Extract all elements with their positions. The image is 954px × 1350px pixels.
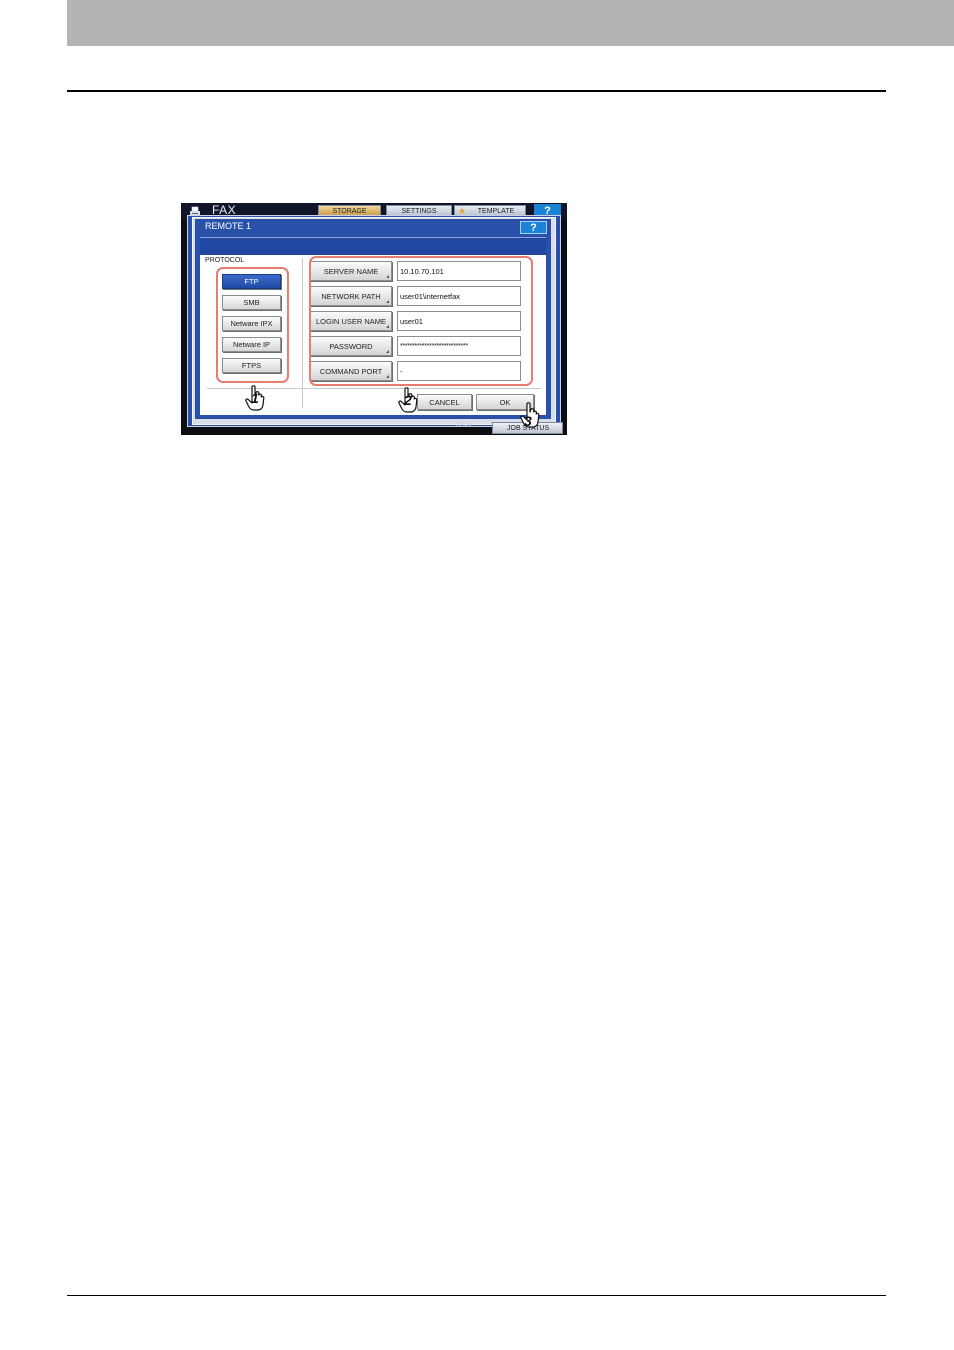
- dialog-title: REMOTE 1: [205, 221, 252, 231]
- dialog-subheader: [200, 237, 546, 255]
- dialog-help-button[interactable]: ?: [520, 221, 547, 234]
- protocol-highlight: [216, 267, 289, 383]
- touch-panel-screenshot: FAX STORAGE SETTINGS ★ TEMPLATE ? REMOTE…: [181, 203, 567, 435]
- column-divider: [302, 258, 303, 408]
- clock-time: 09:50: [455, 421, 472, 428]
- callout-number-2: 2: [404, 392, 412, 408]
- cancel-button[interactable]: CANCEL: [417, 394, 472, 410]
- callout-number-1: 1: [251, 390, 259, 406]
- fields-highlight: [309, 256, 533, 386]
- protocol-label: PROTOCOL: [205, 257, 245, 264]
- status-bar: 09:50 JOB STATUS: [181, 417, 567, 435]
- page-header-bar: [67, 0, 954, 46]
- footer-rule: [67, 1295, 886, 1296]
- callout-number-3: 3: [524, 413, 532, 429]
- header-rule: [67, 90, 886, 92]
- template-label: TEMPLATE: [477, 207, 515, 215]
